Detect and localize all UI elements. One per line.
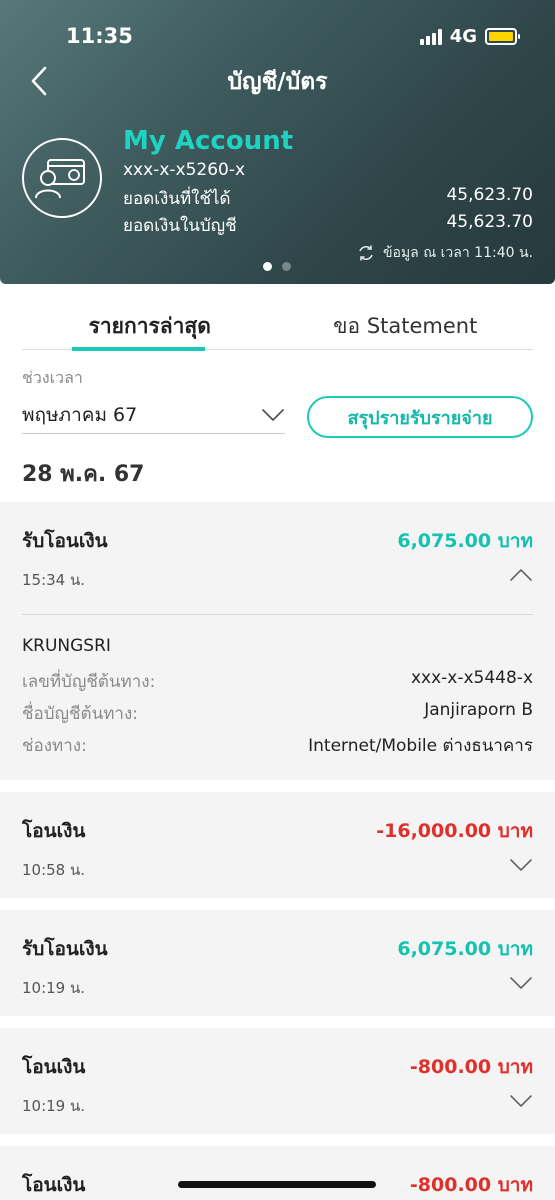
tab-recent-transactions[interactable]: รายการล่าสุด <box>22 310 278 351</box>
page-indicator <box>263 262 291 271</box>
transaction-title: รับโอนเงิน <box>22 530 108 552</box>
item-gap <box>0 1016 555 1028</box>
transaction-item[interactable]: รับโอนเงิน 6,075.00 บาท 10:19 น. <box>0 910 555 1016</box>
transaction-time: 10:19 น. <box>22 979 86 997</box>
transaction-item[interactable]: โอนเงิน -800.00 บาท 10:19 น. <box>0 1028 555 1134</box>
transaction-title: โอนเงิน <box>22 1174 86 1196</box>
income-expense-summary-button[interactable]: สรุปรายรับรายจ่าย <box>307 396 533 438</box>
tab-active-indicator <box>72 347 205 351</box>
account-header: 11:35 4G บัญชี/บัตร My Account xxx-x-x52… <box>0 0 555 284</box>
detail-value: Janjiraporn B <box>424 700 533 720</box>
transaction-item[interactable]: รับโอนเงิน 6,075.00 บาท 15:34 น. KRUNGSR… <box>0 502 555 780</box>
chevron-up-icon[interactable] <box>509 566 533 584</box>
transaction-title: โอนเงิน <box>22 820 86 842</box>
tab-request-statement[interactable]: ขอ Statement <box>278 310 534 349</box>
chevron-down-icon[interactable] <box>509 1092 533 1110</box>
transaction-item[interactable]: โอนเงิน -16,000.00 บาท 10:58 น. <box>0 792 555 898</box>
period-label: ช่วงเวลา <box>22 368 83 387</box>
detail-row-channel: ช่องทาง: Internet/Mobile ต่างธนาคาร <box>22 732 533 759</box>
date-heading: 28 พ.ค. 67 <box>22 462 145 487</box>
chevron-down-icon[interactable] <box>509 974 533 992</box>
divider <box>22 614 533 615</box>
transaction-time: 15:34 น. <box>22 571 86 589</box>
item-gap <box>0 1134 555 1146</box>
item-gap <box>0 898 555 910</box>
detail-key: เลขที่บัญชีต้นทาง: <box>22 672 156 692</box>
source-bank: KRUNGSRI <box>22 636 111 656</box>
transaction-amount: 6,075.00 บาท <box>397 938 533 960</box>
available-balance-value: 45,623.70 <box>446 185 533 205</box>
detail-row-source-name: ชื่อบัญชีต้นทาง: Janjiraporn B <box>22 700 533 727</box>
transaction-time: 10:58 น. <box>22 861 86 879</box>
transaction-amount: -800.00 บาท <box>409 1174 533 1196</box>
transaction-item[interactable]: โอนเงิน -800.00 บาท <box>0 1146 555 1200</box>
page-dot-active <box>263 262 272 271</box>
tab-bar: รายการล่าสุด ขอ Statement <box>22 310 534 351</box>
status-indicators: 4G <box>419 26 520 47</box>
transaction-title: โอนเงิน <box>22 1056 86 1078</box>
filter-area: รายการล่าสุด ขอ Statement ช่วงเวลา พฤษภา… <box>0 284 555 502</box>
page-dot <box>282 262 291 271</box>
account-balance-label: ยอดเงินในบัญชี <box>123 216 237 236</box>
detail-row-source-account: เลขที่บัญชีต้นทาง: xxx-x-x5448-x <box>22 668 533 695</box>
network-type: 4G <box>449 26 477 47</box>
status-time: 11:35 <box>66 24 133 48</box>
transaction-title: รับโอนเงิน <box>22 938 108 960</box>
account-card-icon <box>22 138 102 218</box>
transaction-amount: 6,075.00 บาท <box>397 530 533 552</box>
tab-label: รายการล่าสุด <box>88 314 211 338</box>
transaction-amount: -800.00 บาท <box>409 1056 533 1078</box>
signal-icon <box>419 28 442 45</box>
transaction-time: 10:19 น. <box>22 1097 86 1115</box>
detail-value: xxx-x-x5448-x <box>410 668 533 688</box>
page-title: บัญชี/บัตร <box>227 69 328 95</box>
battery-icon <box>485 28 520 45</box>
transaction-amount: -16,000.00 บาท <box>376 820 533 842</box>
account-balance-value: 45,623.70 <box>446 212 533 232</box>
account-balance-row: ยอดเงินในบัญชี 45,623.70 <box>123 212 533 239</box>
refresh-button[interactable]: ข้อมูล ณ เวลา 11:40 น. <box>357 242 533 264</box>
refresh-icon <box>359 245 373 261</box>
chevron-down-icon[interactable] <box>509 856 533 874</box>
detail-key: ชื่อบัญชีต้นทาง: <box>22 704 139 724</box>
detail-value: Internet/Mobile ต่างธนาคาร <box>308 736 533 756</box>
account-number: xxx-x-x5260-x <box>123 160 246 180</box>
available-balance-row: ยอดเงินที่ใช้ได้ 45,623.70 <box>123 185 533 212</box>
tab-label: ขอ Statement <box>333 314 478 338</box>
period-value: พฤษภาคม 67 <box>22 403 138 426</box>
last-updated-text: ข้อมูล ณ เวลา 11:40 น. <box>382 245 533 261</box>
home-indicator[interactable] <box>178 1181 376 1188</box>
item-gap <box>0 780 555 792</box>
account-name: My Account <box>123 126 294 156</box>
available-balance-label: ยอดเงินที่ใช้ได้ <box>123 189 231 209</box>
detail-key: ช่องทาง: <box>22 736 87 756</box>
chevron-down-icon <box>262 408 284 421</box>
period-dropdown[interactable]: พฤษภาคม 67 <box>22 396 285 434</box>
